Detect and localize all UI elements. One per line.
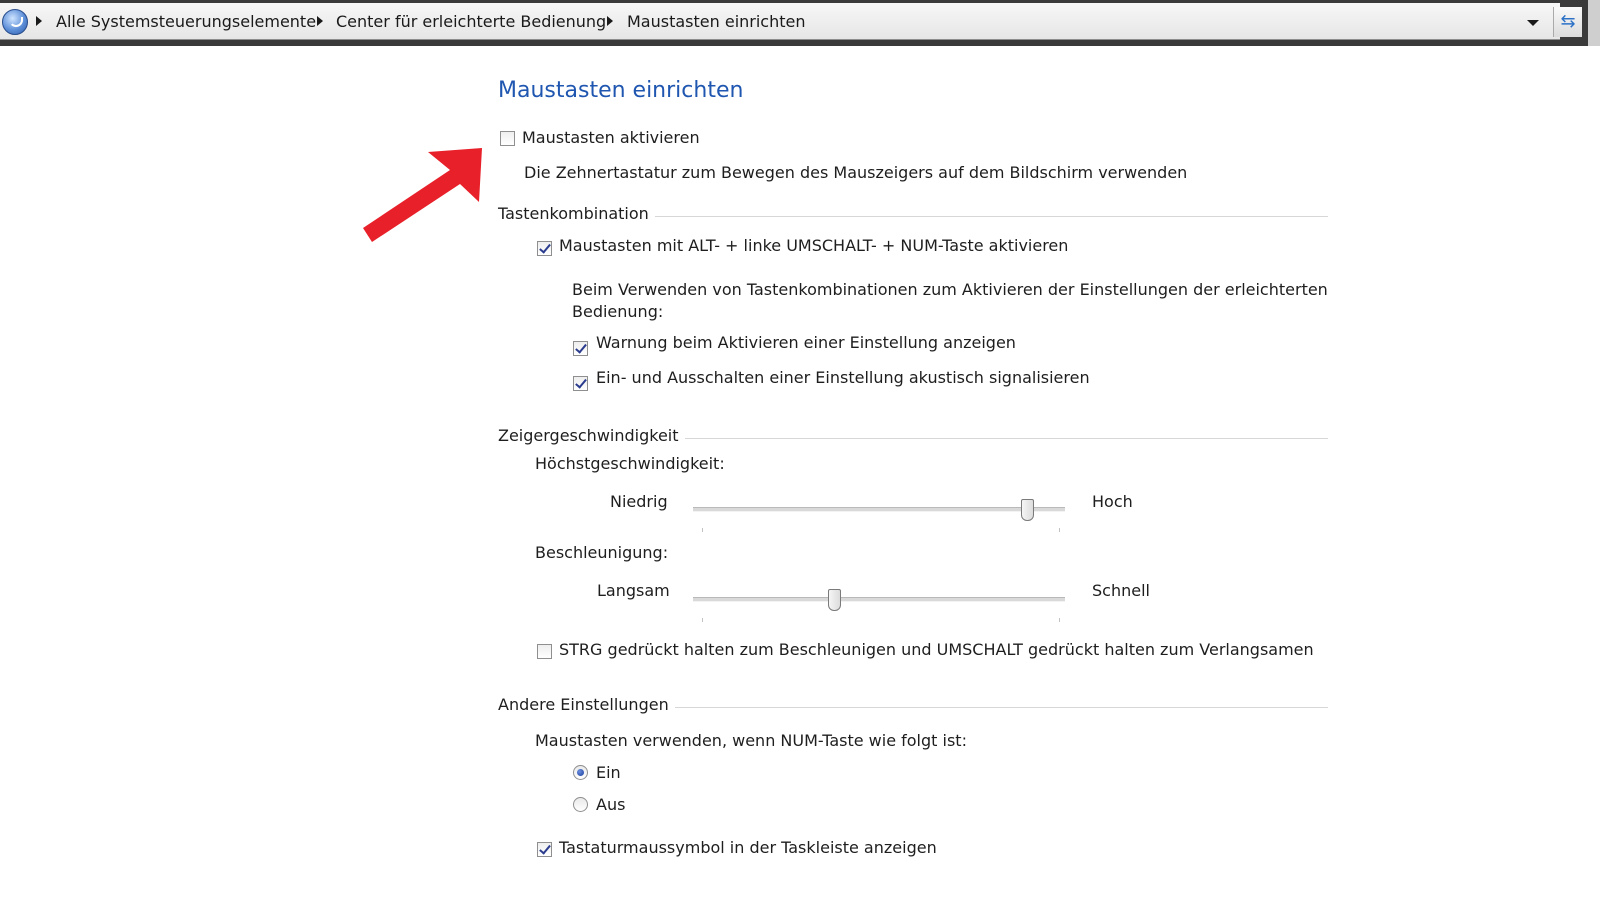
page-title: Maustasten einrichten [498,78,744,103]
shortcut-checkbox[interactable] [537,241,552,256]
top-speed-label: Höchstgeschwindigkeit: [535,454,725,473]
enable-mousekeys-checkbox[interactable] [500,131,515,146]
sound-checkbox[interactable] [573,376,588,391]
section-heading-other: Andere Einstellungen [498,695,675,714]
section-heading-speed: Zeigergeschwindigkeit [498,426,685,445]
breadcrumb-item-all-control-panel[interactable]: Alle Systemsteuerungselemente [56,12,316,31]
ctrl-shift-checkbox[interactable] [537,644,552,659]
top-speed-slider[interactable] [693,507,1065,512]
chevron-down-icon[interactable] [1527,20,1539,26]
numlock-on-radio[interactable] [573,765,588,780]
slider-tick [1059,528,1060,532]
taskbar-icon-checkbox[interactable] [537,842,552,857]
warning-checkbox[interactable] [573,341,588,356]
acceleration-slider-thumb[interactable] [828,589,841,611]
section-heading-shortcut: Tastenkombination [498,204,655,223]
top-speed-min-label: Niedrig [610,492,668,511]
chevron-right-icon[interactable] [317,16,323,26]
breadcrumb-item-ease-of-access[interactable]: Center für erleichterte Bedienung [336,12,606,31]
acceleration-label: Beschleunigung: [535,543,669,562]
acceleration-min-label: Langsam [597,581,670,600]
numlock-label: Maustasten verwenden, wenn NUM-Taste wie… [535,731,967,750]
numlock-on-label[interactable]: Ein [596,763,621,782]
refresh-icon[interactable]: ⇆ [1553,7,1582,37]
top-speed-slider-thumb[interactable] [1021,499,1034,521]
numlock-off-radio[interactable] [573,797,588,812]
acceleration-slider[interactable] [693,597,1065,602]
numlock-off-label[interactable]: Aus [596,795,625,814]
chevron-right-icon[interactable] [607,16,613,26]
taskbar-icon-label[interactable]: Tastaturmaussymbol in der Taskleiste anz… [559,838,937,857]
sound-label[interactable]: Ein- und Ausschalten einer Einstellung a… [596,368,1090,387]
enable-mousekeys-label[interactable]: Maustasten aktivieren [522,128,700,147]
slider-tick [702,618,703,622]
shortcut-label[interactable]: Maustasten mit ALT- + linke UMSCHALT- + … [559,236,1068,255]
ctrl-shift-label[interactable]: STRG gedrückt halten zum Beschleunigen u… [559,640,1314,659]
shortcut-info-text: Beim Verwenden von Tastenkombinationen z… [572,280,1328,299]
enable-mousekeys-description: Die Zehnertastatur zum Bewegen des Mausz… [524,163,1188,182]
red-arrow-icon [363,148,482,242]
slider-tick [1059,618,1060,622]
top-speed-max-label: Hoch [1092,492,1133,511]
chevron-right-icon[interactable] [36,16,42,26]
breadcrumb-item-current[interactable]: Maustasten einrichten [627,12,806,31]
window-edge [1588,0,1600,46]
back-globe-icon[interactable] [2,9,28,35]
acceleration-max-label: Schnell [1092,581,1150,600]
slider-tick [702,528,703,532]
warning-label[interactable]: Warnung beim Aktivieren einer Einstellun… [596,333,1016,352]
shortcut-info-text-cont: Bedienung: [572,302,664,321]
address-bar[interactable]: Alle Systemsteuerungselemente Center für… [0,3,1582,40]
